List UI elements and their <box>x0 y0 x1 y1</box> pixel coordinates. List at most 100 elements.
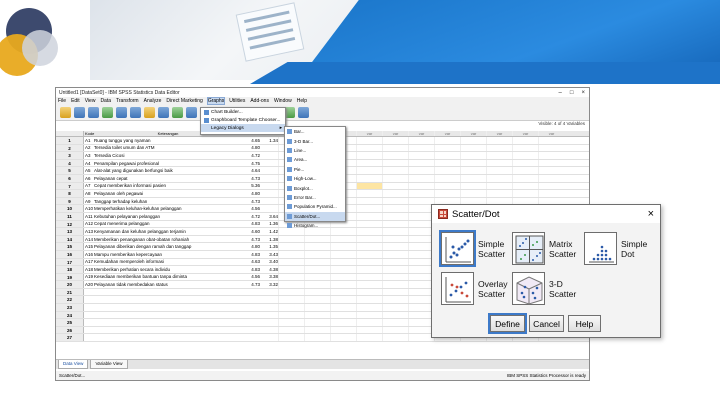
matrix-scatter-icon[interactable] <box>512 232 545 265</box>
cell-keterangan[interactable]: Tersedia Cicosi <box>94 153 242 158</box>
cell-empty[interactable] <box>382 228 408 235</box>
cell-empty[interactable] <box>382 137 408 144</box>
row-number[interactable]: 15 <box>56 243 84 250</box>
cell-empty[interactable] <box>278 311 304 319</box>
cell-value[interactable]: 4.73 <box>242 237 260 242</box>
menu-help[interactable]: Help <box>297 98 307 104</box>
cell-empty[interactable] <box>356 137 382 144</box>
goto-case-icon[interactable] <box>144 107 155 118</box>
cell-empty[interactable] <box>486 144 512 152</box>
cell-empty[interactable] <box>382 190 408 197</box>
cell-empty[interactable] <box>330 258 356 266</box>
option-overlay-scatter[interactable]: Overlay Scatter <box>441 272 508 305</box>
cell-kode[interactable]: A3 <box>84 153 94 158</box>
cell-empty[interactable] <box>408 144 434 152</box>
row-number[interactable]: 21 <box>56 288 84 296</box>
cell-empty[interactable] <box>330 319 356 326</box>
cell-empty[interactable] <box>304 258 330 266</box>
cell-empty[interactable] <box>356 182 382 190</box>
cell-empty[interactable] <box>486 159 512 167</box>
cell-empty[interactable] <box>382 288 408 296</box>
cell-empty[interactable] <box>304 281 330 288</box>
row-number[interactable]: 10 <box>56 205 84 212</box>
cell-empty[interactable] <box>356 144 382 152</box>
cell-empty[interactable] <box>304 311 330 319</box>
cell-empty[interactable] <box>382 250 408 258</box>
cell-empty[interactable] <box>356 334 382 342</box>
cell-empty[interactable] <box>460 159 486 167</box>
cell-empty[interactable] <box>382 167 408 174</box>
menu-graphs[interactable]: Graphs <box>206 97 226 105</box>
menu-item-population-pyramid[interactable]: Population Pyramid... <box>285 202 345 211</box>
cell-empty[interactable] <box>278 250 304 258</box>
cell-empty[interactable] <box>486 137 512 144</box>
menu-window[interactable]: Window <box>274 98 292 104</box>
cell-kode[interactable]: A11 <box>84 214 94 219</box>
cell-empty[interactable] <box>278 266 304 273</box>
cell-empty[interactable] <box>356 273 382 281</box>
row-number[interactable]: 25 <box>56 319 84 326</box>
minimize-button[interactable]: – <box>559 90 562 96</box>
cell-value[interactable]: 4.73 <box>242 282 260 287</box>
row-number[interactable]: 12 <box>56 220 84 228</box>
cell-empty[interactable] <box>538 144 564 152</box>
menu-item-3d-bar[interactable]: 3-D Bar... <box>285 136 345 145</box>
cell-keterangan[interactable]: Tanggap terhadap keluhan <box>94 199 242 204</box>
cell-empty[interactable] <box>304 326 330 334</box>
menu-item-scatter-dot[interactable]: Scatter/Dot... <box>285 211 345 221</box>
spelling-icon[interactable] <box>298 107 309 118</box>
overlay-scatter-icon[interactable] <box>441 272 474 305</box>
cell-empty[interactable] <box>356 258 382 266</box>
cell-value[interactable]: 4.65 <box>242 138 260 143</box>
cell-empty[interactable] <box>330 243 356 250</box>
cell-empty[interactable] <box>382 159 408 167</box>
col-header-var[interactable]: var <box>512 131 538 136</box>
cell-kode[interactable]: A1 <box>84 138 94 143</box>
tab-data-view[interactable]: Data View <box>58 360 89 369</box>
cell-empty[interactable] <box>408 190 434 197</box>
cell-empty[interactable] <box>356 281 382 288</box>
cell-empty[interactable] <box>304 288 330 296</box>
cell-empty[interactable] <box>382 266 408 273</box>
cell-empty[interactable] <box>330 273 356 281</box>
cell-empty[interactable] <box>512 174 538 182</box>
cell-empty[interactable] <box>434 144 460 152</box>
cell-empty[interactable] <box>382 326 408 334</box>
col-header-var[interactable]: var <box>408 131 434 136</box>
cell-empty[interactable] <box>304 319 330 326</box>
cell-empty[interactable] <box>278 296 304 304</box>
cell-kode[interactable]: A17 <box>84 259 94 264</box>
cell-kode[interactable]: A19 <box>84 274 94 279</box>
menu-view[interactable]: View <box>85 98 96 104</box>
dialog-close-icon[interactable]: × <box>648 208 654 220</box>
cell-empty[interactable] <box>434 159 460 167</box>
cell-empty[interactable] <box>382 334 408 342</box>
cell-value[interactable]: 4.83 <box>242 267 260 272</box>
cell-empty[interactable] <box>278 235 304 243</box>
cell-empty[interactable] <box>304 296 330 304</box>
cell-empty[interactable] <box>382 243 408 250</box>
cell-empty[interactable] <box>486 152 512 159</box>
cell-value[interactable]: 3.38 <box>260 274 278 279</box>
cell-kode[interactable]: A5 <box>84 168 94 173</box>
cell-empty[interactable] <box>512 167 538 174</box>
cell-empty[interactable] <box>330 266 356 273</box>
cell-empty[interactable] <box>304 304 330 311</box>
cell-empty[interactable] <box>460 190 486 197</box>
menu-edit[interactable]: Edit <box>71 98 80 104</box>
cell-value[interactable]: 4.83 <box>242 252 260 257</box>
col-header-var[interactable]: var <box>486 131 512 136</box>
cell-keterangan[interactable]: Memberikan penanganan obat-obatan rohani… <box>94 237 242 242</box>
cancel-button[interactable]: Cancel <box>529 315 564 332</box>
cell-value[interactable]: 4.60 <box>242 229 260 234</box>
cell-value[interactable]: 1.34 <box>260 138 278 143</box>
cell-empty[interactable] <box>408 167 434 174</box>
cell-keterangan[interactable]: Pelayanan cepat <box>94 176 242 181</box>
cell-value[interactable]: 4.72 <box>242 214 260 219</box>
menu-item-area[interactable]: Area... <box>285 155 345 164</box>
cell-kode[interactable]: A7 <box>84 183 94 188</box>
cell-empty[interactable] <box>512 152 538 159</box>
cell-empty[interactable] <box>408 174 434 182</box>
cell-keterangan[interactable]: Pelayanan oleh pegawai <box>94 191 242 196</box>
cell-empty[interactable] <box>278 326 304 334</box>
